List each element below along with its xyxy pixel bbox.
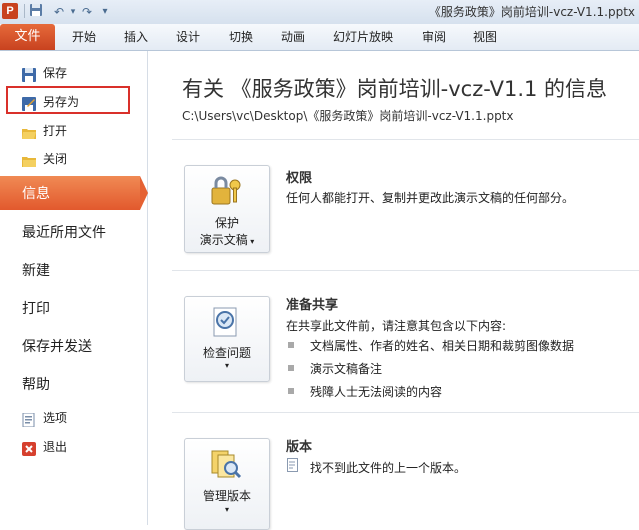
bullet-icon xyxy=(288,388,294,394)
divider xyxy=(172,139,639,140)
prepare-desc: 在共享此文件前，请注意其包含以下内容: xyxy=(286,319,507,333)
nav-active-background xyxy=(0,176,140,210)
protect-button-label: 保护 xyxy=(214,216,239,230)
divider xyxy=(172,412,639,413)
close-command-label: 关闭 xyxy=(43,152,68,166)
nav-item-recent[interactable]: 最近所用文件 xyxy=(22,222,106,242)
info-panel: 有关 《服务政策》岗前培训-vcz-V1.1 的信息 C:\Users\vc\D… xyxy=(148,51,639,530)
redo-icon[interactable]: ↷ xyxy=(78,3,96,21)
nav-item-save-send[interactable]: 保存并发送 xyxy=(22,336,92,356)
tab-insert[interactable]: 插入 xyxy=(124,24,148,50)
backstage-nav: 保存 另存为 打开 关闭 信息 最近所用文件 新建 打印 保存并发送 帮助 选项 xyxy=(0,51,148,525)
bullet-icon xyxy=(288,365,294,371)
divider xyxy=(172,270,639,271)
options-command-label: 选项 xyxy=(43,411,68,425)
tab-design[interactable]: 设计 xyxy=(176,24,200,50)
open-command[interactable]: 打开 xyxy=(0,119,147,143)
versions-desc: 找不到此文件的上一个版本。 xyxy=(310,461,467,475)
prepare-bullet-2: 演示文稿备注 xyxy=(310,362,383,376)
bullet-icon xyxy=(288,342,294,348)
options-command[interactable]: 选项 xyxy=(0,406,147,430)
tab-file[interactable]: 文件 xyxy=(0,24,55,50)
exit-icon xyxy=(22,440,36,456)
tab-animations[interactable]: 动画 xyxy=(281,24,305,50)
versions-document-icon xyxy=(209,447,243,481)
permissions-desc: 任何人都能打开、复制并更改此演示文稿的任何部分。 xyxy=(286,191,575,205)
nav-active-arrow xyxy=(140,176,148,210)
title-bar: P ↶ ▾ ↷ ▾ 《服务政策》岗前培训-vcz-V1.1.pptx xyxy=(0,0,639,25)
file-path: C:\Users\vc\Desktop\《服务政策》岗前培训-vcz-V1.1.… xyxy=(182,109,514,123)
save-command-label: 保存 xyxy=(43,66,68,80)
open-folder-icon xyxy=(22,124,36,139)
protect-presentation-button[interactable]: 保护 演示文稿 ▾ xyxy=(184,165,270,253)
check-button-label: 检查问题 xyxy=(202,346,251,360)
close-command[interactable]: 关闭 xyxy=(0,147,147,171)
info-title: 有关 《服务政策》岗前培训-vcz-V1.1 的信息 xyxy=(182,77,608,101)
lock-key-icon xyxy=(209,174,243,208)
tab-slideshow[interactable]: 幻灯片放映 xyxy=(333,24,393,50)
tab-review[interactable]: 审阅 xyxy=(422,24,446,50)
save-as-highlight-box xyxy=(6,86,130,114)
nav-item-print[interactable]: 打印 xyxy=(22,298,50,318)
window-title: 《服务政策》岗前培训-vcz-V1.1.pptx xyxy=(428,5,635,19)
nav-item-help[interactable]: 帮助 xyxy=(22,374,50,394)
close-folder-icon xyxy=(22,152,36,167)
qat-separator xyxy=(24,4,25,18)
save-command[interactable]: 保存 xyxy=(0,61,147,85)
prepare-bullet-1: 文档属性、作者的姓名、相关日期和裁剪图像数据 xyxy=(310,339,575,353)
customize-qat-icon[interactable]: ▾ xyxy=(96,3,114,21)
chevron-down-icon: ▾ xyxy=(224,505,229,514)
nav-item-new[interactable]: 新建 xyxy=(22,260,50,280)
prepare-bullet-3: 残障人士无法阅读的内容 xyxy=(310,385,443,399)
powerpoint-app-icon[interactable]: P xyxy=(2,3,18,19)
open-command-label: 打开 xyxy=(43,124,68,138)
check-for-issues-button[interactable]: 检查问题 ▾ xyxy=(184,296,270,382)
tab-view[interactable]: 视图 xyxy=(473,24,497,50)
tab-transitions[interactable]: 切换 xyxy=(229,24,253,50)
nav-item-info[interactable]: 信息 xyxy=(22,183,50,203)
inspect-document-icon xyxy=(209,305,243,339)
protect-button-label-text: 演示文稿 xyxy=(199,233,248,247)
prepare-heading: 准备共享 xyxy=(286,298,339,313)
versions-heading: 版本 xyxy=(286,440,313,455)
ribbon-tab-bar: 文件 开始 插入 设计 切换 动画 幻灯片放映 审阅 视图 xyxy=(0,24,639,51)
exit-command-label: 退出 xyxy=(43,440,68,454)
quick-save-icon[interactable] xyxy=(27,3,45,21)
exit-command[interactable]: 退出 xyxy=(0,435,147,459)
tab-home[interactable]: 开始 xyxy=(72,24,96,50)
options-icon xyxy=(22,411,36,428)
save-icon xyxy=(22,66,36,82)
no-version-document-icon xyxy=(287,457,299,472)
permissions-heading: 权限 xyxy=(286,171,313,186)
chevron-down-icon: ▾ xyxy=(247,237,255,246)
versions-button-label: 管理版本 xyxy=(202,489,251,503)
chevron-down-icon: ▾ xyxy=(224,361,229,370)
protect-button-label-2: 演示文稿 ▾ xyxy=(185,231,269,248)
manage-versions-button[interactable]: 管理版本 ▾ xyxy=(184,438,270,530)
